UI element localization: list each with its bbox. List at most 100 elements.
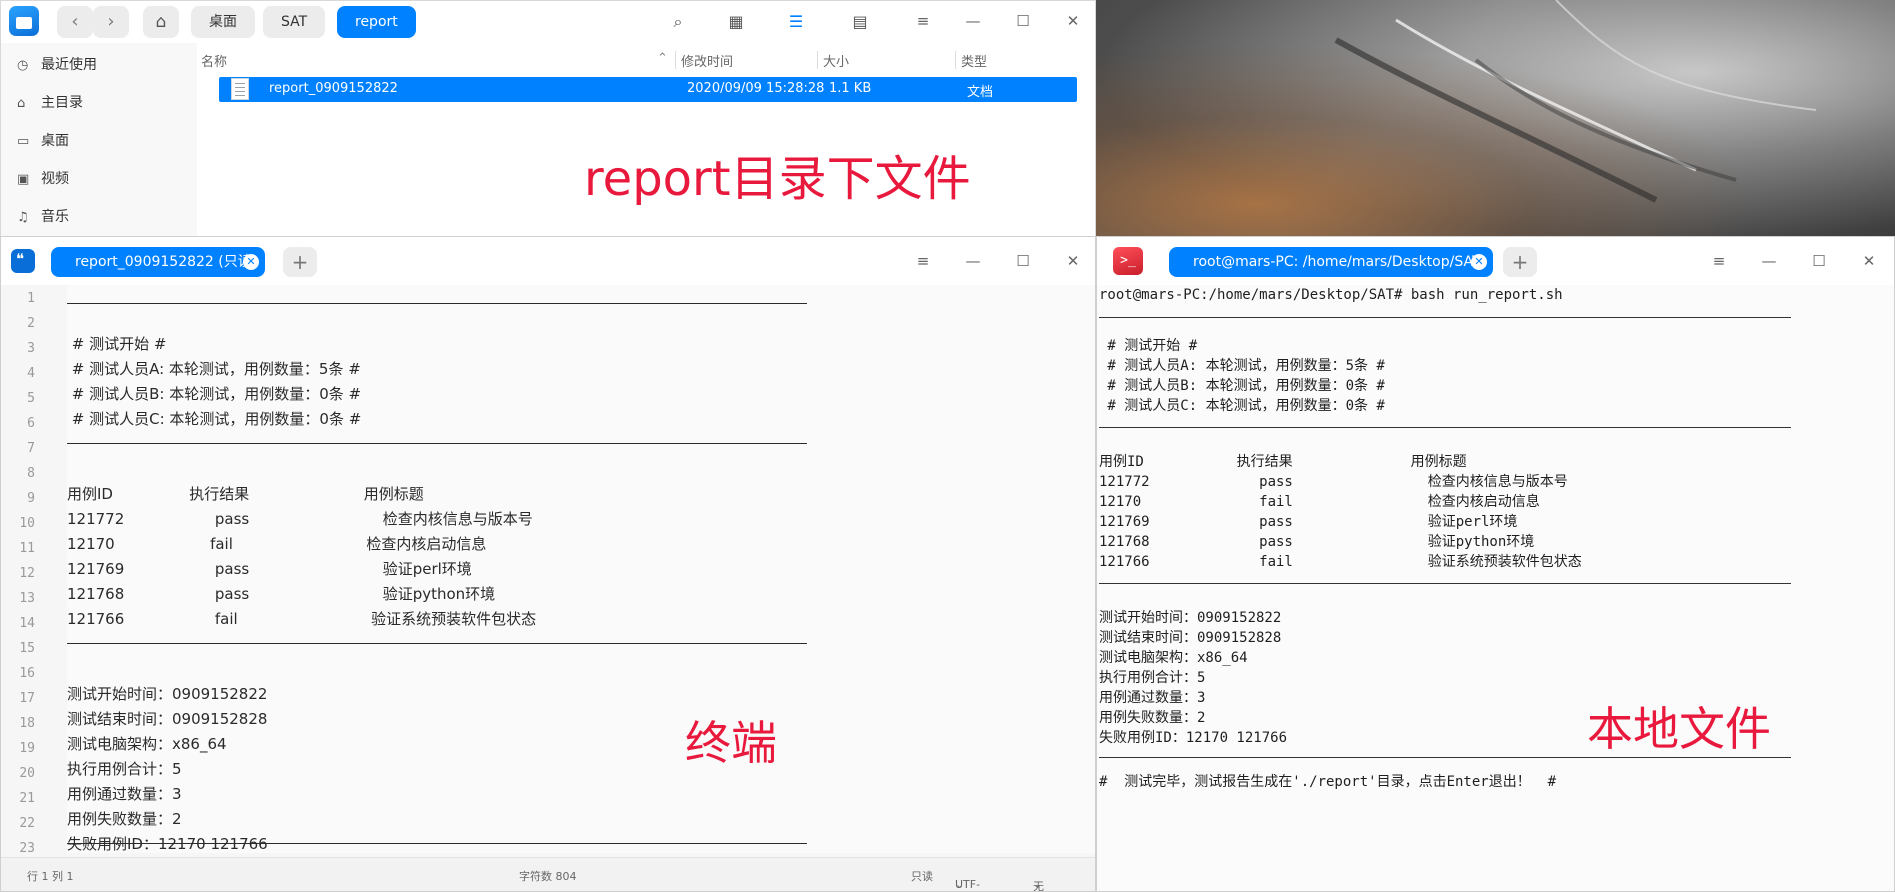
line-number: 17 bbox=[19, 691, 35, 706]
terminal-line: 121769 pass 验证perl环境 bbox=[1099, 514, 1518, 530]
editor-line: # 测试人员B: 本轮测试，用例数量：0条 # bbox=[67, 385, 362, 403]
close-tab-icon[interactable]: ✕ bbox=[243, 254, 259, 270]
terminal-line: # 测试完毕，测试报告生成在'./report'目录，点击Enter退出！ # bbox=[1099, 774, 1557, 790]
sidebar-item-label: 桌面 bbox=[41, 133, 69, 149]
home-button[interactable]: ⌂ bbox=[143, 6, 179, 38]
line-number: 5 bbox=[27, 391, 35, 406]
menu-icon[interactable]: ≡ bbox=[911, 249, 935, 273]
editor-line: 121766 fail 验证系统预装软件包状态 bbox=[67, 610, 537, 628]
document-icon bbox=[231, 78, 249, 100]
readonly-indicator: 只读 bbox=[911, 870, 933, 883]
terminal-output[interactable]: root@mars-PC:/home/mars/Desktop/SAT# bas… bbox=[1097, 285, 1894, 891]
sidebar-item-label: 主目录 bbox=[41, 95, 83, 111]
editor-line: 执行用例合计：5 bbox=[67, 760, 182, 778]
file-row-report[interactable]: report_0909152822 2020/09/09 15:28:28 1.… bbox=[219, 77, 1077, 102]
breadcrumb-report[interactable]: report bbox=[337, 6, 416, 38]
desktop-icon: ▭ bbox=[17, 134, 30, 149]
close-icon[interactable]: ✕ bbox=[1061, 249, 1085, 273]
terminal-line: 用例ID 执行结果 用例标题 bbox=[1099, 454, 1467, 470]
close-icon[interactable]: ✕ bbox=[1857, 249, 1881, 273]
line-number: 2 bbox=[27, 316, 35, 331]
terminal-line: 12170 fail 检查内核启动信息 bbox=[1099, 494, 1540, 510]
editor-line: 121772 pass 检查内核信息与版本号 bbox=[67, 510, 533, 528]
line-number-gutter: 1 2 3 4 5 6 7 8 9 10 11 12 13 14 15 16 1… bbox=[1, 285, 63, 881]
annotation-local-file: 本地文件 bbox=[1587, 702, 1771, 756]
editor-line: 用例ID 执行结果 用例标题 bbox=[67, 485, 424, 503]
terminal-line: # 测试开始 # bbox=[1099, 338, 1198, 354]
terminal-line: # 测试人员A: 本轮测试，用例数量：5条 # bbox=[1099, 358, 1385, 374]
terminal-line: 执行用例合计：5 bbox=[1099, 670, 1206, 686]
terminal-line: 121766 fail 验证系统预装软件包状态 bbox=[1099, 554, 1582, 570]
sort-ascending-icon[interactable]: ⌃ bbox=[657, 51, 668, 66]
sidebar-item-home[interactable]: ⌂ 主目录 bbox=[17, 91, 83, 115]
close-icon[interactable]: ✕ bbox=[1061, 9, 1085, 33]
file-type: 文档 bbox=[967, 85, 994, 100]
line-number: 4 bbox=[27, 366, 35, 381]
separator-line bbox=[1099, 427, 1791, 428]
editor-line: 测试结束时间：0909152828 bbox=[67, 710, 268, 728]
terminal-line: # 测试人员B: 本轮测试，用例数量：0条 # bbox=[1099, 378, 1385, 394]
terminal-window: >_ root@mars-PC: /home/mars/Desktop/SAT … bbox=[1096, 236, 1895, 892]
add-tab-button[interactable]: + bbox=[283, 247, 317, 277]
detail-view-icon[interactable]: ▤ bbox=[849, 11, 871, 33]
list-view-icon[interactable]: ☰ bbox=[785, 11, 807, 33]
wallpaper-feather-art bbox=[1334, 0, 1817, 203]
editor-text-area[interactable]: # 测试开始 # # 测试人员A: 本轮测试，用例数量：5条 # # 测试人员B… bbox=[67, 285, 1095, 853]
minimize-icon[interactable]: — bbox=[961, 9, 985, 33]
icon-view-icon[interactable]: ▦ bbox=[725, 11, 747, 33]
terminal-line: 用例失败数量：2 bbox=[1099, 710, 1206, 726]
breadcrumb-sat[interactable]: SAT bbox=[263, 6, 326, 38]
line-number: 14 bbox=[19, 616, 35, 631]
forward-button[interactable]: › bbox=[93, 6, 129, 38]
maximize-icon[interactable]: ☐ bbox=[1011, 9, 1035, 33]
file-manager-window: ‹ › ⌂ 桌面 SAT report ⌕ ▦ ☰ ▤ ≡ — ☐ ✕ ◷ 最近使… bbox=[0, 0, 1096, 240]
line-number: 10 bbox=[19, 516, 35, 531]
file-manager-app-icon bbox=[9, 6, 39, 36]
sidebar-item-videos[interactable]: ▣ 视频 bbox=[17, 167, 69, 191]
annotation-report-files: report目录下文件 bbox=[584, 151, 971, 207]
menu-icon[interactable]: ≡ bbox=[1707, 249, 1731, 273]
editor-titlebar: report_0909152822 (只读 ✕ + ≡ — ☐ ✕ bbox=[1, 237, 1095, 285]
breadcrumb-desktop[interactable]: 桌面 bbox=[191, 6, 255, 38]
sidebar-item-desktop[interactable]: ▭ 桌面 bbox=[17, 129, 69, 153]
line-number: 11 bbox=[19, 541, 35, 556]
separator-line bbox=[67, 303, 807, 304]
editor-line: # 测试开始 # bbox=[67, 335, 167, 353]
minimize-icon[interactable]: — bbox=[1757, 249, 1781, 273]
file-size: 1.1 KB bbox=[829, 81, 872, 96]
line-number: 13 bbox=[19, 591, 35, 606]
line-number: 8 bbox=[27, 466, 35, 481]
editor-line: 121768 pass 验证python环境 bbox=[67, 585, 496, 603]
tab-terminal-session[interactable]: root@mars-PC: /home/mars/Desktop/SAT ✕ bbox=[1169, 247, 1493, 277]
maximize-icon[interactable]: ☐ bbox=[1807, 249, 1831, 273]
add-tab-button[interactable]: + bbox=[1503, 247, 1537, 277]
column-modified[interactable]: 修改时间 bbox=[681, 51, 733, 70]
terminal-line: 测试电脑架构：x86_64 bbox=[1099, 650, 1248, 666]
editor-line: # 测试人员C: 本轮测试，用例数量：0条 # bbox=[67, 410, 362, 428]
back-button[interactable]: ‹ bbox=[57, 6, 93, 38]
plus-icon: + bbox=[1511, 250, 1529, 274]
search-icon[interactable]: ⌕ bbox=[667, 11, 689, 33]
menu-icon[interactable]: ≡ bbox=[911, 9, 935, 33]
terminal-line: root@mars-PC:/home/mars/Desktop/SAT# bas… bbox=[1099, 287, 1563, 303]
column-name[interactable]: 名称 bbox=[201, 51, 227, 70]
line-number: 19 bbox=[19, 741, 35, 756]
close-tab-icon[interactable]: ✕ bbox=[1471, 254, 1487, 270]
column-type[interactable]: 类型 bbox=[961, 51, 987, 70]
column-size[interactable]: 大小 bbox=[823, 51, 849, 70]
terminal-line: 121768 pass 验证python环境 bbox=[1099, 534, 1535, 550]
file-name: report_0909152822 bbox=[269, 81, 398, 96]
minimize-icon[interactable]: — bbox=[961, 249, 985, 273]
terminal-titlebar: >_ root@mars-PC: /home/mars/Desktop/SAT … bbox=[1097, 237, 1894, 285]
separator-line bbox=[67, 843, 807, 844]
tab-report-file[interactable]: report_0909152822 (只读 ✕ bbox=[51, 247, 265, 277]
editor-statusbar: 行 1 列 1 字符数 804 只读 UTF-8 ⌄ 无 ⌄ bbox=[1, 857, 1095, 891]
home-icon: ⌂ bbox=[155, 12, 167, 32]
terminal-line: 测试开始时间：0909152822 bbox=[1099, 610, 1282, 626]
char-count: 字符数 804 bbox=[519, 870, 577, 883]
desktop-wallpaper bbox=[1096, 0, 1895, 240]
sidebar-item-recent[interactable]: ◷ 最近使用 bbox=[17, 53, 97, 77]
maximize-icon[interactable]: ☐ bbox=[1011, 249, 1035, 273]
sidebar-item-music[interactable]: ♫ 音乐 bbox=[17, 205, 69, 229]
line-number: 21 bbox=[19, 791, 35, 806]
